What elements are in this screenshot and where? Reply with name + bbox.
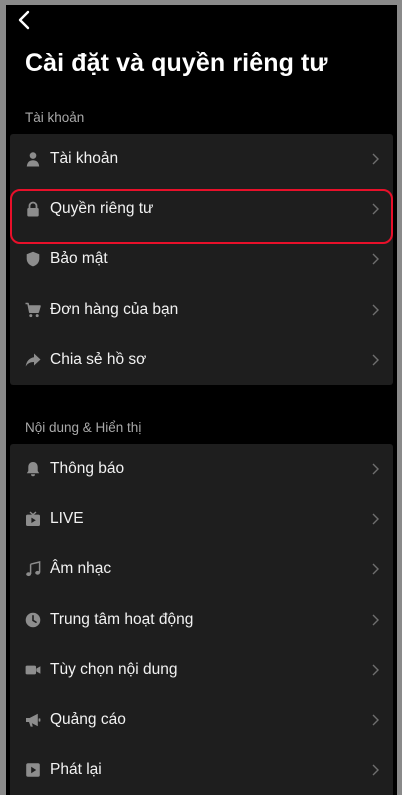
settings-item-label: LIVE <box>50 510 84 528</box>
chevron-right-icon <box>372 764 379 776</box>
settings-item-security[interactable]: Bảo mật <box>10 234 393 284</box>
chevron-right-icon <box>372 563 379 575</box>
chevron-right-icon <box>372 153 379 165</box>
page-title: Cài đặt và quyền riêng tư <box>25 49 328 77</box>
settings-item-label: Tùy chọn nội dung <box>50 660 178 678</box>
chevron-right-icon <box>372 203 379 215</box>
chevron-right-icon <box>372 463 379 475</box>
settings-item-label: Quảng cáo <box>50 711 126 729</box>
play-square-icon <box>24 761 42 779</box>
settings-item-label: Thông báo <box>50 460 125 478</box>
chevron-right-icon <box>372 664 379 676</box>
settings-item-label: Quyền riêng tư <box>50 200 154 218</box>
settings-item-label: Trung tâm hoạt động <box>50 610 194 628</box>
back-chevron-icon[interactable] <box>14 9 34 31</box>
live-tv-icon <box>24 510 42 528</box>
content-display-card: Thông báo LIVE Âm nhạc Trung tâm hoạt độ… <box>10 444 393 795</box>
chevron-right-icon <box>372 354 379 366</box>
clock-icon <box>24 611 42 629</box>
settings-item-label: Âm nhạc <box>50 560 112 578</box>
settings-item-label: Chia sẻ hồ sơ <box>50 350 147 368</box>
settings-item-label: Đơn hàng của bạn <box>50 300 179 318</box>
settings-item-live[interactable]: LIVE <box>10 494 393 544</box>
shield-icon <box>24 250 42 268</box>
chevron-right-icon <box>372 253 379 265</box>
account-settings-card: Tài khoản Quyền riêng tư Bảo mật Đơn hàn… <box>10 134 393 385</box>
settings-screen: Cài đặt và quyền riêng tư Tài khoản Tài … <box>6 5 397 795</box>
person-icon <box>24 150 42 168</box>
megaphone-icon <box>24 711 42 729</box>
share-arrow-icon <box>24 351 42 369</box>
settings-item-privacy[interactable]: Quyền riêng tư <box>10 184 393 234</box>
cart-icon <box>24 301 42 319</box>
settings-item-account[interactable]: Tài khoản <box>10 134 393 184</box>
music-note-icon <box>24 560 42 578</box>
settings-item-content-preferences[interactable]: Tùy chọn nội dung <box>10 645 393 695</box>
chevron-right-icon <box>372 614 379 626</box>
section-label-content-display: Nội dung & Hiển thị <box>25 420 142 435</box>
settings-item-activity-center[interactable]: Trung tâm hoạt động <box>10 595 393 645</box>
section-label-account: Tài khoản <box>25 110 85 125</box>
chevron-right-icon <box>372 714 379 726</box>
settings-item-notifications[interactable]: Thông báo <box>10 444 393 494</box>
settings-item-playback[interactable]: Phát lại <box>10 745 393 795</box>
lock-icon <box>24 200 42 218</box>
settings-item-label: Phát lại <box>50 761 102 779</box>
chevron-right-icon <box>372 513 379 525</box>
video-camera-icon <box>24 661 42 679</box>
settings-item-ads[interactable]: Quảng cáo <box>10 695 393 745</box>
bell-icon <box>24 460 42 478</box>
settings-item-music[interactable]: Âm nhạc <box>10 544 393 594</box>
settings-item-share-profile[interactable]: Chia sẻ hồ sơ <box>10 335 393 385</box>
chevron-right-icon <box>372 304 379 316</box>
settings-item-orders[interactable]: Đơn hàng của bạn <box>10 285 393 335</box>
settings-item-label: Tài khoản <box>50 150 119 168</box>
settings-item-label: Bảo mật <box>50 250 108 268</box>
